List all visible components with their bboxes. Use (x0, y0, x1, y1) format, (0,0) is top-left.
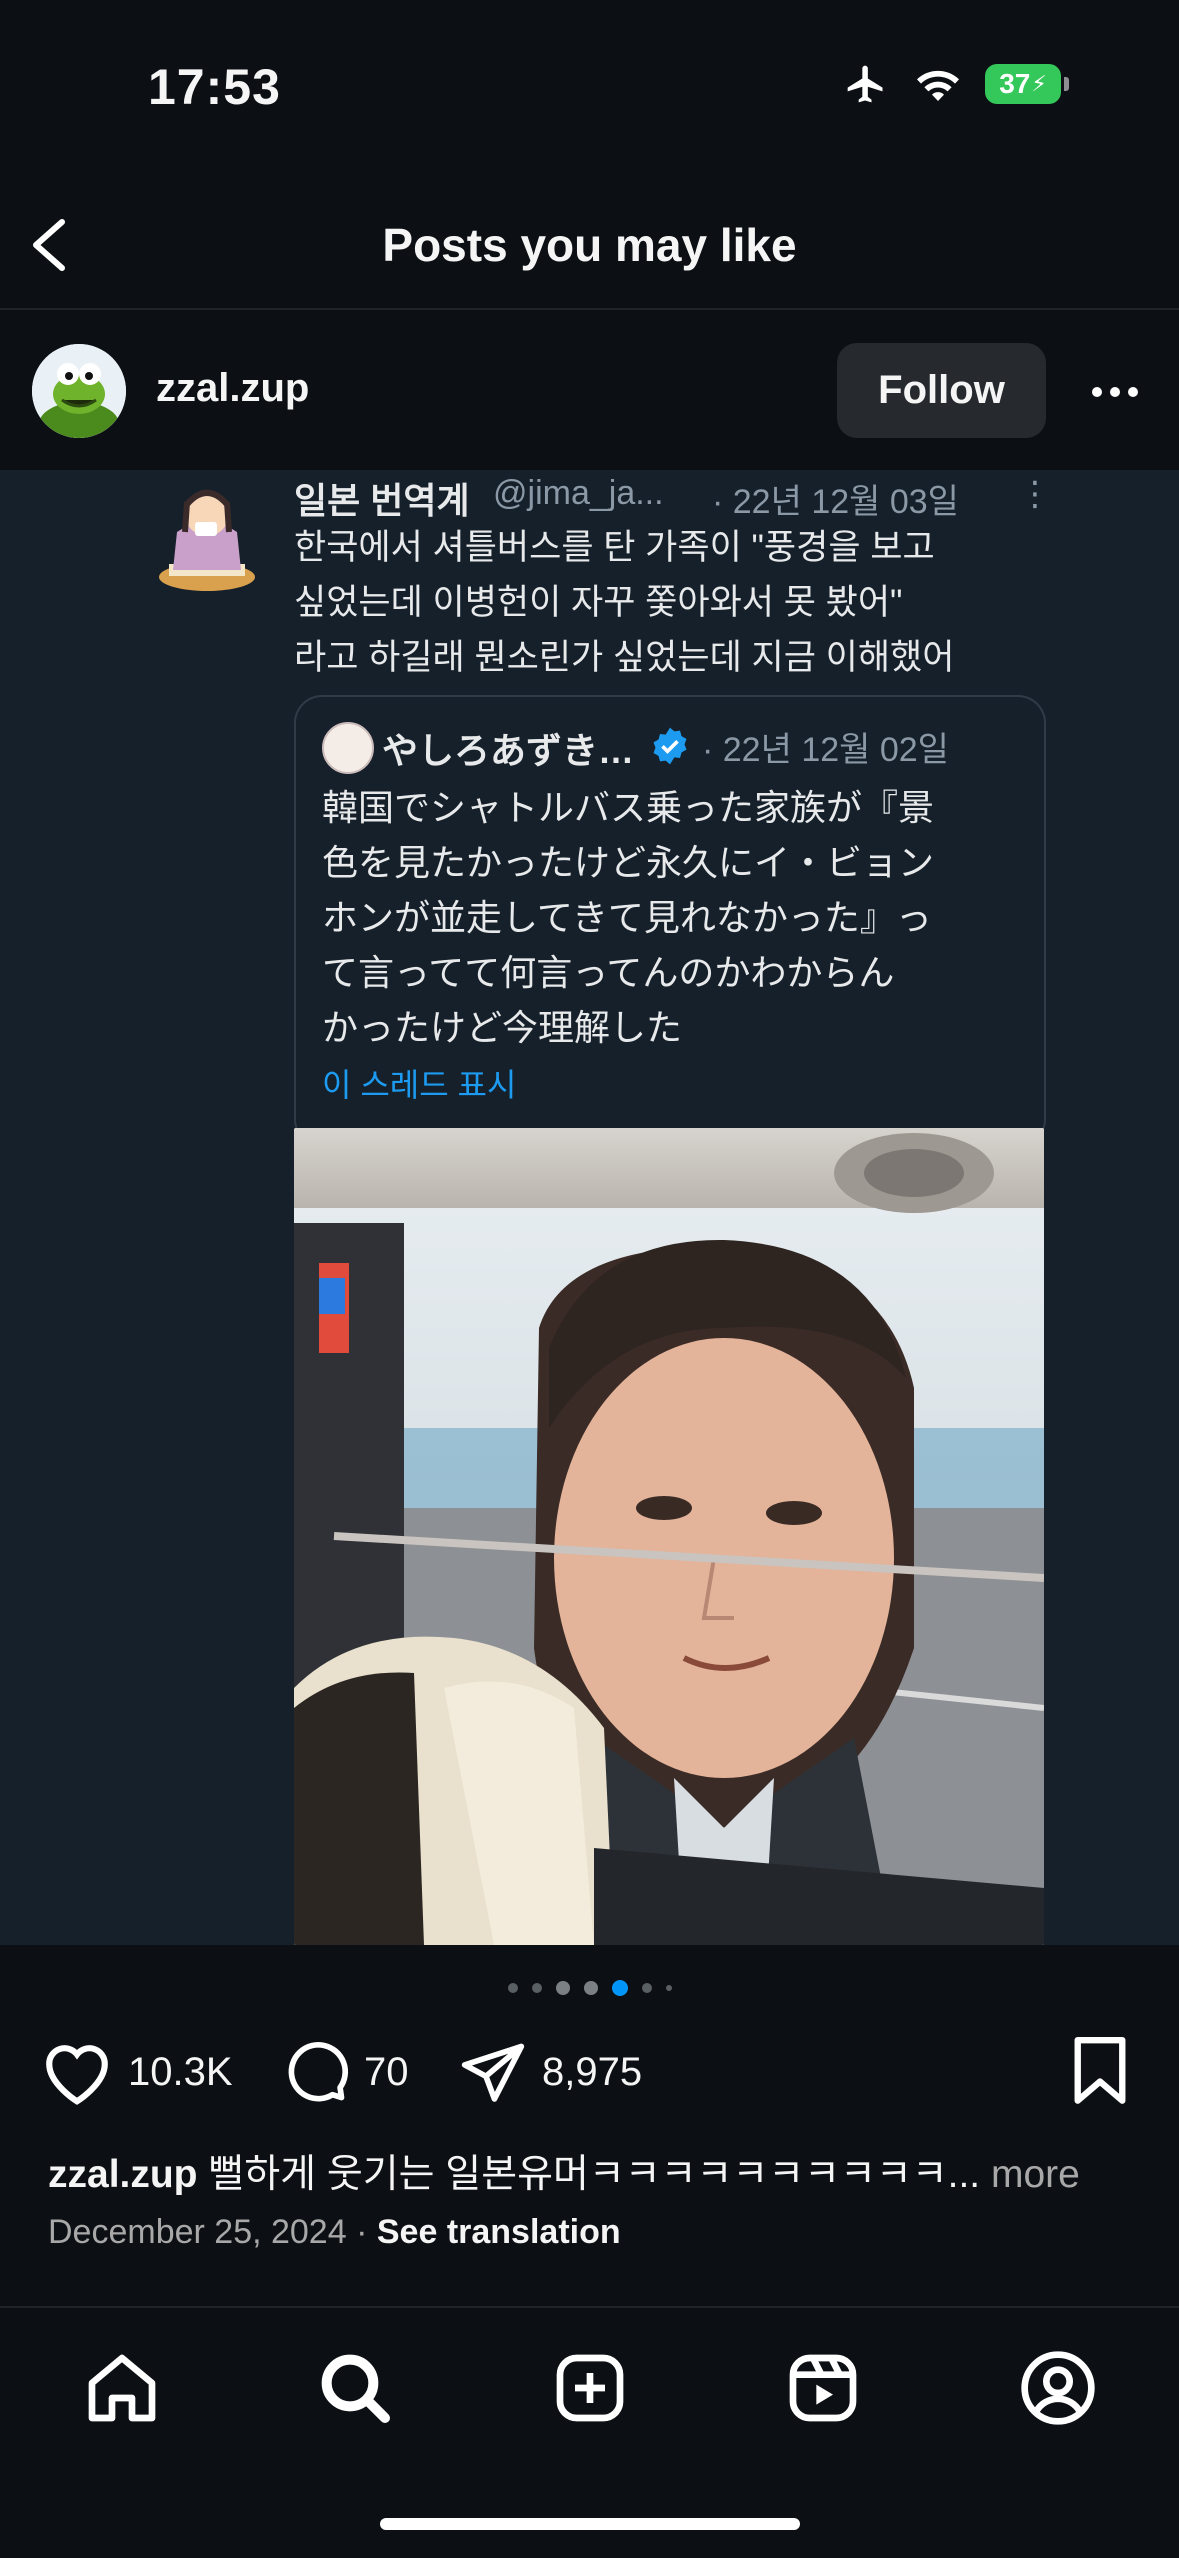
wifi-icon (917, 70, 959, 101)
tweet-author-avatar (155, 472, 260, 602)
comment-count: 70 (364, 2049, 409, 2094)
heart-icon (46, 2045, 108, 2105)
save-button[interactable] (1068, 2037, 1132, 2112)
quoted-line: ホンが並走してきて見れなかった』っ (322, 897, 932, 938)
share-count: 8,975 (542, 2049, 643, 2094)
tweet-more-icon: ⋮ (1018, 475, 1052, 513)
post-meta: December 25, 2024 · See translation (48, 2213, 621, 2252)
page-title: Posts you may like (382, 219, 797, 271)
frog-avatar-icon (32, 344, 126, 438)
tweet-line: 싶었는데 이병헌이 자꾸 쫓아와서 못 봤어" (294, 583, 903, 622)
airplane-icon (847, 65, 883, 103)
carousel-dots (0, 1980, 1179, 1996)
carousel-dot-active (611, 1980, 628, 1996)
more-horizontal-icon (1092, 387, 1138, 397)
caption-more-link[interactable]: more (991, 2153, 1080, 2196)
status-time: 17:53 (148, 59, 281, 115)
verified-badge-icon (650, 726, 690, 766)
send-icon (461, 2043, 525, 2102)
tweet-body: 한국에서 셔틀버스를 탄 가족이 "풍경을 보고 싶었는데 이병헌이 자꾸 쫓아… (294, 520, 1054, 685)
tweet-author-handle: @jima_ja... (493, 474, 664, 512)
nav-reels[interactable] (783, 2348, 863, 2428)
separator-dot: · (356, 2213, 377, 2251)
show-thread-link: 이 스레드 표시 (322, 1067, 517, 1103)
quoted-tweet-date: · 22년 12월 02일 (702, 731, 949, 769)
post-username[interactable]: zzal.zup (156, 366, 309, 411)
comment-button[interactable]: 70 (282, 2038, 409, 2106)
caption-text: 뻘하게 웃기는 일본유머ㅋㅋㅋㅋㅋㅋㅋㅋㅋㅋ... (208, 2153, 981, 2196)
status-icons: 37 ⚡ (841, 62, 1069, 106)
carousel-dot (583, 1981, 598, 1995)
like-count: 10.3K (128, 2049, 233, 2094)
bookmark-icon (1074, 2037, 1126, 2104)
nav-home[interactable] (82, 2348, 162, 2428)
search-icon (321, 2354, 390, 2423)
nav-profile[interactable] (1018, 2348, 1098, 2428)
nav-search[interactable] (315, 2348, 395, 2428)
battery-indicator: 37 ⚡ (985, 64, 1069, 104)
carousel-dot (531, 1983, 542, 1993)
comment-icon (288, 2042, 349, 2102)
post-caption: zzal.zup 뻘하게 웃기는 일본유머ㅋㅋㅋㅋㅋㅋㅋㅋㅋㅋ... more (48, 2143, 1148, 2199)
see-translation-link[interactable]: See translation (377, 2213, 621, 2251)
plus-square-icon (556, 2354, 624, 2422)
tweet-line: 라고 하길래 뭔소린가 싶었는데 지금 이해했어 (294, 638, 955, 677)
tweet-line: 한국에서 셔틀버스를 탄 가족이 "풍경을 보고 (294, 528, 935, 567)
profile-icon (1021, 2351, 1095, 2425)
quoted-author-name: やしろあずき… (382, 730, 635, 771)
quoted-line: 韓国でシャトルバス乗った家族が『景 (322, 787, 935, 828)
reels-icon (789, 2354, 857, 2422)
bolt-icon: ⚡ (1031, 71, 1047, 96)
home-indicator (380, 2518, 800, 2530)
carousel-dot (507, 1983, 518, 1993)
bus-window-photo (294, 1128, 1044, 1945)
caption-username[interactable]: zzal.zup (48, 2153, 198, 2196)
post-date: December 25, 2024 (48, 2213, 347, 2251)
avatar[interactable] (32, 344, 126, 438)
quoted-line: て言ってて何言ってんのかわからん (322, 952, 895, 993)
follow-button[interactable]: Follow (837, 343, 1046, 438)
carousel-dot (665, 1985, 672, 1991)
more-options-button[interactable] (1085, 362, 1145, 422)
like-button[interactable]: 10.3K (40, 2038, 233, 2106)
quoted-tweet-body: 韓国でシャトルバス乗った家族が『景 色を見たかったけど永久にイ・ビョン ホンが並… (322, 780, 1022, 1055)
nav-create[interactable] (550, 2348, 630, 2428)
share-button[interactable]: 8,975 (458, 2038, 642, 2106)
quoted-line: かったけど今理解した (322, 1007, 683, 1048)
quoted-author-avatar (322, 722, 374, 774)
home-icon (88, 2354, 156, 2422)
tweet-date: · 22년 12월 03일 (712, 483, 959, 521)
carousel-dot (641, 1983, 652, 1993)
carousel-dot (555, 1981, 570, 1995)
quoted-line: 色を見たかったけど永久にイ・ビョン (322, 842, 935, 883)
header-divider (0, 308, 1179, 310)
battery-level: 37 (999, 68, 1031, 99)
tweet-author-name: 일본 번역계 (294, 480, 470, 521)
